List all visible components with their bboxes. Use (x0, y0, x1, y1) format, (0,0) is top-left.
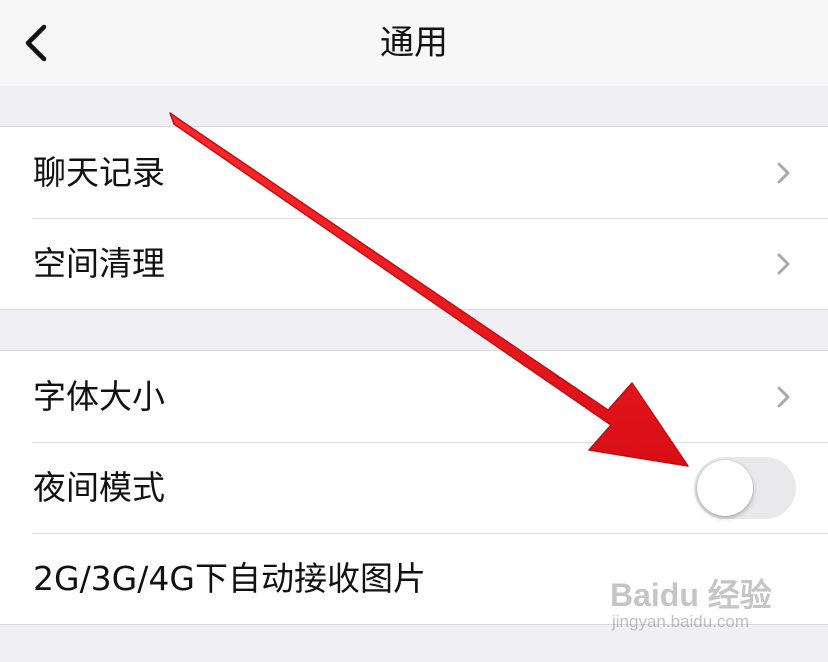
navigation-bar: 通用 (0, 0, 828, 86)
row-label: 聊天记录 (33, 153, 165, 192)
settings-row-auto-receive-images[interactable]: 2G/3G/4G下自动接收图片 (0, 533, 828, 624)
toggle-knob (697, 460, 753, 516)
settings-row-chat-history[interactable]: 聊天记录 (0, 127, 828, 218)
settings-row-night-mode: 夜间模式 (0, 442, 828, 533)
row-label: 2G/3G/4G下自动接收图片 (33, 559, 426, 598)
row-label: 夜间模式 (33, 468, 165, 507)
row-label: 字体大小 (33, 377, 165, 416)
settings-row-storage-cleanup[interactable]: 空间清理 (0, 218, 828, 309)
page-title: 通用 (380, 23, 448, 63)
chevron-right-icon (777, 162, 790, 184)
settings-group-storage: 聊天记录 空间清理 (0, 126, 828, 310)
night-mode-toggle[interactable] (694, 457, 796, 519)
chevron-right-icon (777, 253, 790, 275)
settings-row-font-size[interactable]: 字体大小 (0, 351, 828, 442)
settings-group-display: 字体大小 夜间模式 2G/3G/4G下自动接收图片 (0, 350, 828, 625)
chevron-right-icon (777, 386, 790, 408)
row-label: 空间清理 (33, 244, 165, 283)
